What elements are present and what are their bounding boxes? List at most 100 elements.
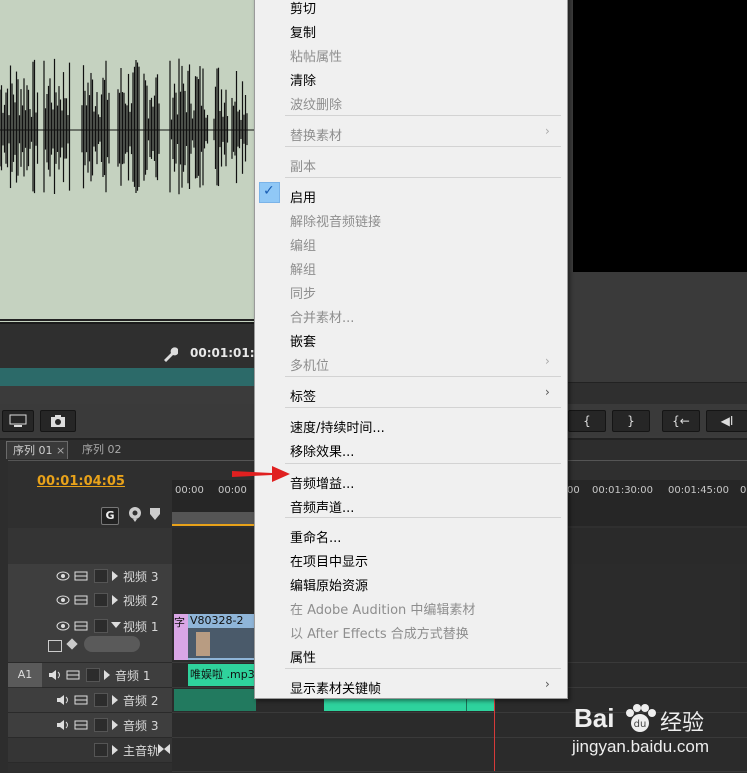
watermark-brand: Bai bbox=[574, 703, 615, 733]
expand-arrow-icon[interactable] bbox=[111, 571, 119, 581]
speaker-icon[interactable] bbox=[56, 694, 70, 706]
lock-toggle[interactable] bbox=[94, 693, 108, 707]
source-monitor-controls bbox=[0, 322, 255, 368]
bowtie-icon bbox=[158, 744, 170, 754]
lock-toggle[interactable] bbox=[94, 569, 108, 583]
menu-item[interactable]: 在项目中显示 bbox=[290, 551, 368, 570]
eye-icon[interactable] bbox=[56, 620, 70, 632]
lock-toggle[interactable] bbox=[86, 668, 100, 682]
marker-icon[interactable] bbox=[127, 506, 143, 522]
thumbnail-figure bbox=[196, 632, 210, 656]
menu-item[interactable]: 剪切 bbox=[290, 0, 316, 17]
keyframe-navigator[interactable] bbox=[84, 636, 140, 652]
tab-sequence-02[interactable]: 序列 02 bbox=[76, 441, 136, 459]
work-area-indicator bbox=[172, 524, 256, 526]
keyframe-icon[interactable] bbox=[66, 638, 78, 650]
expand-arrow-icon[interactable] bbox=[111, 745, 119, 755]
speaker-icon[interactable] bbox=[56, 719, 70, 731]
menu-item[interactable]: 嵌套 bbox=[290, 331, 316, 350]
playhead-timecode[interactable]: 00:01:04:05 bbox=[37, 474, 125, 489]
svg-text:du: du bbox=[634, 719, 647, 730]
collapse-arrow-icon[interactable] bbox=[111, 621, 121, 629]
menu-item[interactable]: 移除效果... bbox=[290, 441, 354, 460]
camera-button[interactable] bbox=[40, 410, 76, 432]
source-scrub-bar[interactable] bbox=[0, 368, 255, 386]
menu-item[interactable]: 速度/持续时间... bbox=[290, 417, 385, 436]
expand-arrow-icon[interactable] bbox=[111, 720, 119, 730]
watermark-url: jingyan.baidu.com bbox=[572, 737, 710, 756]
menu-separator bbox=[285, 376, 561, 377]
snap-icon[interactable]: G bbox=[101, 507, 119, 525]
menu-item: 编组 bbox=[290, 239, 317, 254]
menu-item: 波纹删除 bbox=[290, 98, 343, 113]
film-icon[interactable] bbox=[74, 620, 88, 632]
track-label: 音频 2 bbox=[123, 694, 159, 708]
menu-item: 粘帖属性 bbox=[290, 50, 343, 65]
step-back-button[interactable]: ◀I bbox=[706, 410, 747, 432]
clip-label: V80328-2 bbox=[190, 614, 244, 627]
menu-item[interactable]: 音频声道... bbox=[290, 497, 354, 516]
menu-separator bbox=[285, 463, 561, 464]
title-clip[interactable]: 字 bbox=[174, 614, 188, 660]
track-header-master[interactable]: 主音轨 bbox=[8, 738, 172, 763]
track-header-audio-1[interactable]: 音频 1 bbox=[42, 663, 172, 688]
track-header-video-2[interactable]: 视频 2 bbox=[8, 588, 172, 613]
menu-separator bbox=[285, 668, 561, 669]
mark-in-button[interactable]: { bbox=[568, 410, 606, 432]
wrench-icon[interactable] bbox=[162, 346, 178, 362]
export-frame-button[interactable] bbox=[2, 410, 34, 432]
audio-clip-2[interactable] bbox=[174, 689, 256, 711]
lock-toggle[interactable] bbox=[94, 619, 108, 633]
film-icon[interactable] bbox=[74, 719, 88, 731]
menu-item[interactable]: 重命名... bbox=[290, 527, 341, 546]
menu-item[interactable]: 复制 bbox=[290, 22, 316, 41]
expand-arrow-icon[interactable] bbox=[111, 695, 119, 705]
expand-arrow-icon[interactable] bbox=[111, 595, 119, 605]
speaker-icon[interactable] bbox=[48, 669, 62, 681]
menu-item: 同步 bbox=[290, 287, 317, 302]
menu-item[interactable]: 清除 bbox=[290, 70, 316, 89]
film-icon[interactable] bbox=[66, 669, 80, 681]
expand-arrow-icon[interactable] bbox=[103, 670, 111, 680]
menu-item[interactable]: 音频增益... bbox=[290, 473, 354, 492]
submenu-chevron-icon: › bbox=[545, 677, 550, 691]
source-target-a1[interactable]: A1 bbox=[8, 663, 42, 687]
close-icon[interactable]: × bbox=[56, 444, 65, 457]
menu-item[interactable]: 属性 bbox=[290, 647, 316, 666]
go-to-in-button[interactable]: {← bbox=[662, 410, 700, 432]
program-monitor bbox=[573, 0, 747, 272]
menu-separator bbox=[285, 177, 561, 178]
program-monitor-controls bbox=[566, 272, 747, 382]
eye-icon[interactable] bbox=[56, 594, 70, 606]
camera-icon bbox=[51, 415, 65, 427]
lock-toggle[interactable] bbox=[94, 743, 108, 757]
program-scrub-bar[interactable] bbox=[566, 382, 747, 405]
video-clip[interactable]: V80328-2 bbox=[188, 614, 254, 660]
track-header-video-3[interactable]: 视频 3 bbox=[8, 564, 172, 589]
keyframe-marker-icon[interactable] bbox=[150, 508, 160, 520]
mark-out-button[interactable]: } bbox=[612, 410, 650, 432]
menu-item[interactable]: 显示素材关键帧 bbox=[290, 678, 381, 697]
track-label: 视频 1 bbox=[123, 620, 159, 634]
track-header-spacer bbox=[8, 528, 172, 565]
ruler-label: 00:01:30:00 bbox=[592, 485, 654, 496]
film-icon[interactable] bbox=[74, 694, 88, 706]
audio-clip[interactable]: 唯娱啦 .mp3 bbox=[188, 664, 256, 686]
lock-toggle[interactable] bbox=[94, 593, 108, 607]
eye-icon[interactable] bbox=[56, 570, 70, 582]
checked-indicator: ✓ bbox=[259, 182, 280, 203]
watermark-brand-suffix: 经验 bbox=[660, 711, 705, 736]
track-header-audio-3[interactable]: 音频 3 bbox=[8, 713, 172, 738]
track-header-audio-2[interactable]: 音频 2 bbox=[8, 688, 172, 713]
film-icon[interactable] bbox=[74, 594, 88, 606]
menu-item[interactable]: 标签 bbox=[290, 386, 316, 405]
track-header-video-1[interactable]: 视频 1 bbox=[8, 612, 172, 663]
film-icon[interactable] bbox=[74, 570, 88, 582]
audio-waveform-monitor bbox=[0, 0, 255, 322]
display-style-icon[interactable] bbox=[48, 640, 62, 652]
tab-sequence-01[interactable]: 序列 01 × bbox=[6, 441, 68, 459]
menu-item[interactable]: 编辑原始资源 bbox=[290, 575, 368, 594]
menu-item[interactable]: 启用 bbox=[290, 187, 316, 206]
source-timecode: 00:01:01: bbox=[190, 346, 255, 360]
lock-toggle[interactable] bbox=[94, 718, 108, 732]
